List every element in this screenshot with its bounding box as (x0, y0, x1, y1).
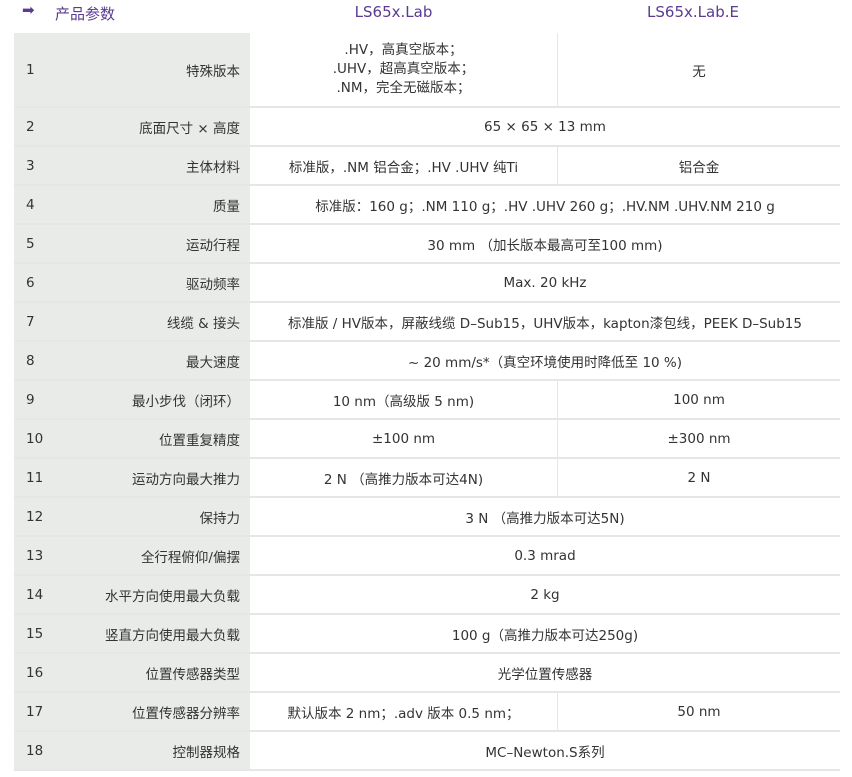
row-value: 100 g（高推力版本可达250g) (250, 614, 840, 654)
row-value: 3 N （高推力版本可达5N) (250, 497, 840, 537)
row-value-lab-e: 100 nm (557, 380, 840, 420)
table-row: 1 特殊版本 .HV，高真空版本； .UHV，超高真空版本； .NM，完全无磁版本； 无 (14, 33, 840, 108)
row-label: 保持力 (60, 497, 250, 537)
row-label: 位置传感器分辨率 (60, 692, 250, 732)
row-value: 标准版：160 g；.NM 110 g；.HV .UHV 260 g；.HV.N… (250, 185, 840, 225)
row-value-lab-e: 50 nm (557, 692, 840, 732)
row-value: 标准版 / HV版本，屏蔽线缆 D–Sub15，UHV版本，kapton漆包线，… (250, 302, 840, 342)
header-param: 产品参数 (55, 5, 116, 23)
row-label: 特殊版本 (60, 33, 250, 108)
row-label: 驱动频率 (60, 263, 250, 303)
row-value: Max. 20 kHz (250, 263, 840, 303)
row-label: 竖直方向使用最大负载 (60, 614, 250, 654)
row-number: 16 (14, 653, 60, 693)
table-row: 12 保持力 3 N （高推力版本可达5N) (14, 497, 840, 537)
row-number: 11 (14, 458, 60, 498)
row-number: 18 (14, 731, 60, 771)
spec-table: 1 特殊版本 .HV，高真空版本； .UHV，超高真空版本； .NM，完全无磁版本；无 2… (14, 33, 840, 771)
table-header: ➡ 产品参数 LS65x.Lab LS65x.Lab.E (0, 0, 852, 32)
row-value: 65 × 65 × 13 mm (250, 107, 840, 147)
table-row: 3 主体材料 标准版，.NM 铝合金；.HV .UHV 纯Ti 铝合金 (14, 146, 840, 186)
row-value-lab-e: 无 (557, 33, 840, 108)
row-value: 30 mm （加长版本最高可至100 mm) (250, 224, 840, 264)
row-value: 2 kg (250, 575, 840, 615)
row-number: 1 (14, 33, 60, 108)
row-label: 全行程俯仰/偏摆 (60, 536, 250, 576)
table-row: 15 竖直方向使用最大负载 100 g（高推力版本可达250g) (14, 614, 840, 654)
row-value-lab-e: ±300 nm (557, 419, 840, 459)
row-label: 位置重复精度 (60, 419, 250, 459)
row-number: 12 (14, 497, 60, 537)
row-value: 光学位置传感器 (250, 653, 840, 693)
arrow-right-icon: ➡ (22, 1, 35, 19)
header-col2: LS65x.Lab.E (647, 3, 739, 21)
table-row: 11 运动方向最大推力 2 N （高推力版本可达4N) 2 N (14, 458, 840, 498)
row-number: 2 (14, 107, 60, 147)
row-label: 最小步伐（闭环） (60, 380, 250, 420)
row-number: 10 (14, 419, 60, 459)
table-row: 5 运动行程 30 mm （加长版本最高可至100 mm) (14, 224, 840, 264)
table-row: 13 全行程俯仰/偏摆 0.3 mrad (14, 536, 840, 576)
row-label: 质量 (60, 185, 250, 225)
row-number: 14 (14, 575, 60, 615)
table-row: 17 位置传感器分辨率 默认版本 2 nm；.adv 版本 0.5 nm； 50 nm (14, 692, 840, 732)
table-row: 4 质量 标准版：160 g；.NM 110 g；.HV .UHV 260 g；.H… (14, 185, 840, 225)
table-row: 18 控制器规格 MC–Newton.S系列 (14, 731, 840, 771)
value-line: .NM，完全无磁版本； (336, 80, 471, 96)
row-value-lab: 默认版本 2 nm；.adv 版本 0.5 nm； (250, 692, 558, 732)
table-row: 9 最小步伐（闭环） 10 nm（高级版 5 nm) 100 nm (14, 380, 840, 420)
row-label: 底面尺寸 × 高度 (60, 107, 250, 147)
row-number: 15 (14, 614, 60, 654)
row-value: MC–Newton.S系列 (250, 731, 840, 771)
table-row: 7 线缆 & 接头 标准版 / HV版本，屏蔽线缆 D–Sub15，UHV版本，ka… (14, 302, 840, 342)
value-line: .UHV，超高真空版本； (332, 61, 475, 77)
table-row: 14 水平方向使用最大负载 2 kg (14, 575, 840, 615)
row-value-lab-e: 铝合金 (557, 146, 840, 186)
row-label: 位置传感器类型 (60, 653, 250, 693)
row-number: 8 (14, 341, 60, 381)
row-number: 3 (14, 146, 60, 186)
row-label: 线缆 & 接头 (60, 302, 250, 342)
table-row: 10 位置重复精度 ±100 nm ±300 nm (14, 419, 840, 459)
row-label: 控制器规格 (60, 731, 250, 771)
row-number: 13 (14, 536, 60, 576)
row-value-lab: .HV，高真空版本； .UHV，超高真空版本； .NM，完全无磁版本； (250, 33, 558, 108)
table-row: 8 最大速度 ~ 20 mm/s*（真空环境使用时降低至 10 %) (14, 341, 840, 381)
row-value-lab: 10 nm（高级版 5 nm) (250, 380, 558, 420)
row-label: 最大速度 (60, 341, 250, 381)
header-col1: LS65x.Lab (354, 3, 433, 21)
row-value-lab-e: 2 N (557, 458, 840, 498)
row-label: 运动方向最大推力 (60, 458, 250, 498)
table-row: 6 驱动频率 Max. 20 kHz (14, 263, 840, 303)
row-number: 6 (14, 263, 60, 303)
row-number: 7 (14, 302, 60, 342)
table-row: 2 底面尺寸 × 高度 65 × 65 × 13 mm (14, 107, 840, 147)
row-number: 17 (14, 692, 60, 732)
row-value-lab: 标准版，.NM 铝合金；.HV .UHV 纯Ti (250, 146, 558, 186)
row-label: 水平方向使用最大负载 (60, 575, 250, 615)
row-value-lab: ±100 nm (250, 419, 558, 459)
row-number: 5 (14, 224, 60, 264)
row-number: 9 (14, 380, 60, 420)
row-value-lab: 2 N （高推力版本可达4N) (250, 458, 558, 498)
value-line: .HV，高真空版本； (344, 42, 463, 58)
row-label: 运动行程 (60, 224, 250, 264)
table-row: 16 位置传感器类型 光学位置传感器 (14, 653, 840, 693)
row-label: 主体材料 (60, 146, 250, 186)
row-value: ~ 20 mm/s*（真空环境使用时降低至 10 %) (250, 341, 840, 381)
row-number: 4 (14, 185, 60, 225)
row-value: 0.3 mrad (250, 536, 840, 576)
